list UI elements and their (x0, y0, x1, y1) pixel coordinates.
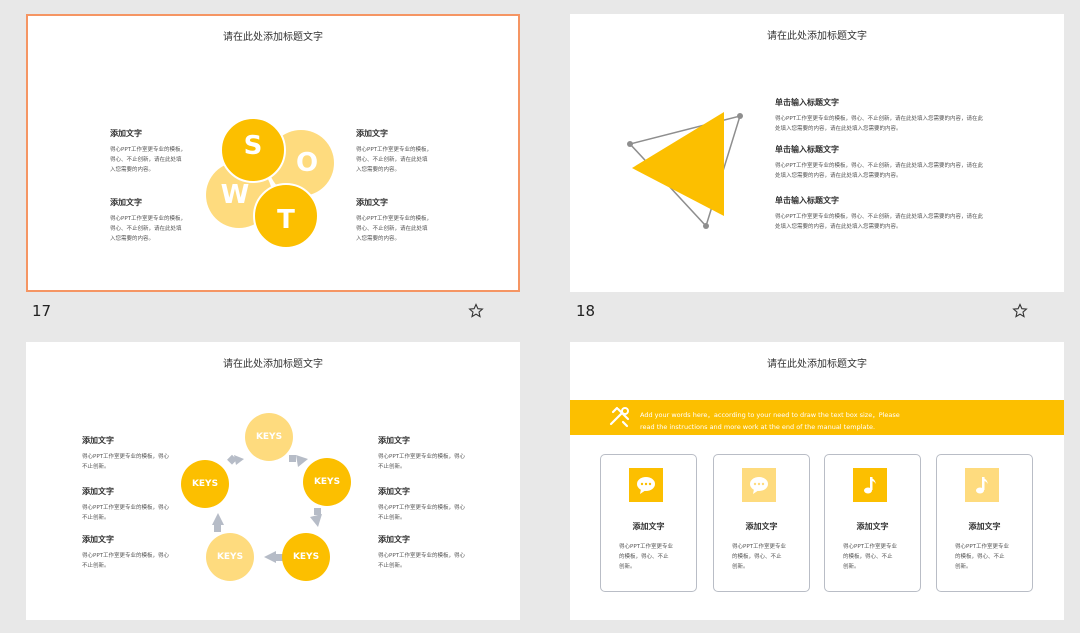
card-body: 得心PPT工作室更专业 的模板，得心、不止 创新。 (955, 544, 1009, 570)
feature-card[interactable]: 添加文字 得心PPT工作室更专业 的模板，得心、不止 创新。 (936, 454, 1033, 592)
keys-circle: KEYS (245, 413, 293, 461)
tools-icon (609, 406, 630, 428)
block-body: 得心PPT工作室更专业的模板，得心、不止创新，请在此处填入您需要的内容，请在此处… (775, 214, 983, 230)
block-body: 得心PPT工作室更专业的模板，得心 不止创新。 (378, 553, 465, 569)
card-body: 得心PPT工作室更专业 的模板，得心、不止 创新。 (732, 544, 786, 570)
text-block: 添加文字 得心PPT工作室更专业的模板， 得心、不止创新，请在此处填 入您需要的内容… (110, 197, 186, 244)
chat-bubble-icon (742, 468, 776, 502)
slide-thumbnail-19[interactable]: 请在此处添加标题文字 添加文字 得心PPT工作室更专业的模板，得心 不止创新。 添… (26, 342, 520, 620)
slide-thumbnail-17[interactable]: 请在此处添加标题文字 添加文字 得心PPT工作室更专业的模板， 得心、不止创新，请… (26, 14, 520, 292)
block-body: 得心PPT工作室更专业的模板， 得心、不止创新，请在此处填 入您需要的内容。 (110, 147, 186, 173)
block-heading: 添加文字 (110, 198, 142, 207)
block-heading: 添加文字 (356, 129, 388, 138)
band-text: Add your words here，according to your ne… (640, 411, 900, 431)
music-note-icon (965, 468, 999, 502)
block-body: 得心PPT工作室更专业的模板， 得心、不止创新，请在此处填 入您需要的内容。 (356, 216, 432, 242)
feature-card[interactable]: 添加文字 得心PPT工作室更专业 的模板，得心、不止 创新。 (713, 454, 810, 592)
block-body: 得心PPT工作室更专业的模板， 得心、不止创新，请在此处填 入您需要的内容。 (110, 216, 186, 242)
block-heading: 添加文字 (378, 487, 410, 496)
star-icon[interactable] (1012, 303, 1028, 319)
triangle-graphic (627, 112, 743, 229)
block-body: 得心PPT工作室更专业的模板，得心 不止创新。 (82, 553, 169, 569)
slide-title: 请在此处添加标题文字 (223, 359, 323, 370)
feature-card[interactable]: 添加文字 得心PPT工作室更专业 的模板，得心、不止 创新。 (824, 454, 921, 592)
card-heading: 添加文字 (745, 522, 778, 531)
text-block: 单击输入标题文字 得心PPT工作室更专业的模板，得心、不止创新，请在此处填入您需… (775, 195, 983, 232)
card-body: 得心PPT工作室更专业 的模板，得心、不止 创新。 (843, 544, 897, 570)
keys-circle: KEYS (303, 458, 351, 506)
text-block: 添加文字 得心PPT工作室更专业的模板，得心 不止创新。 (378, 534, 465, 571)
swot-circle-t: T (253, 183, 319, 249)
block-body: 得心PPT工作室更专业的模板，得心 不止创新。 (82, 454, 169, 470)
block-heading: 添加文字 (356, 198, 388, 207)
block-heading: 添加文字 (82, 487, 114, 496)
block-heading: 添加文字 (378, 535, 410, 544)
block-body: 得心PPT工作室更专业的模板，得心 不止创新。 (378, 454, 465, 470)
chat-bubble-icon (629, 468, 663, 502)
text-block: 添加文字 得心PPT工作室更专业的模板，得心 不止创新。 (82, 435, 169, 472)
block-heading: 单击输入标题文字 (775, 98, 839, 107)
text-block: 添加文字 得心PPT工作室更专业的模板， 得心、不止创新，请在此处填 入您需要的内容… (356, 197, 432, 244)
block-heading: 单击输入标题文字 (775, 196, 839, 205)
card-heading: 添加文字 (856, 522, 889, 531)
slide-number: 17 (32, 302, 52, 320)
text-block: 添加文字 得心PPT工作室更专业的模板，得心 不止创新。 (378, 486, 465, 523)
text-block: 添加文字 得心PPT工作室更专业的模板，得心 不止创新。 (378, 435, 465, 472)
swot-circle-s: S (220, 117, 286, 183)
block-body: 得心PPT工作室更专业的模板， 得心、不止创新，请在此处填 入您需要的内容。 (356, 147, 432, 173)
keys-circle: KEYS (206, 533, 254, 581)
block-body: 得心PPT工作室更专业的模板，得心、不止创新，请在此处填入您需要的内容，请在此处… (775, 163, 983, 179)
feature-card[interactable]: 添加文字 得心PPT工作室更专业 的模板，得心、不止 创新。 (600, 454, 697, 592)
keys-circle: KEYS (181, 460, 229, 508)
text-block: 添加文字 得心PPT工作室更专业的模板，得心 不止创新。 (82, 486, 169, 523)
card-heading: 添加文字 (632, 522, 665, 531)
text-block: 单击输入标题文字 得心PPT工作室更专业的模板，得心、不止创新，请在此处填入您需… (775, 144, 983, 181)
slide-title: 请在此处添加标题文字 (767, 359, 867, 370)
music-note-icon (853, 468, 887, 502)
card-body: 得心PPT工作室更专业 的模板，得心、不止 创新。 (619, 544, 673, 570)
card-heading: 添加文字 (968, 522, 1001, 531)
text-block: 添加文字 得心PPT工作室更专业的模板， 得心、不止创新，请在此处填 入您需要的内容… (356, 128, 432, 175)
keys-circle: KEYS (282, 533, 330, 581)
slide-number: 18 (576, 302, 596, 320)
block-heading: 添加文字 (110, 129, 142, 138)
block-heading: 添加文字 (82, 436, 114, 445)
block-heading: 单击输入标题文字 (775, 145, 839, 154)
slide-title: 请在此处添加标题文字 (223, 32, 323, 43)
slide-title: 请在此处添加标题文字 (767, 31, 867, 42)
block-body: 得心PPT工作室更专业的模板，得心、不止创新，请在此处填入您需要的内容，请在此处… (775, 116, 983, 132)
slide-thumbnail-20[interactable]: 请在此处添加标题文字 Add your words here，according… (570, 342, 1064, 620)
block-body: 得心PPT工作室更专业的模板，得心 不止创新。 (82, 505, 169, 521)
slide-thumbnail-18[interactable]: 请在此处添加标题文字 单击输入标题文字 得心PPT工作室更专业的模板，得心、不止… (570, 14, 1064, 292)
block-body: 得心PPT工作室更专业的模板，得心 不止创新。 (378, 505, 465, 521)
text-block: 单击输入标题文字 得心PPT工作室更专业的模板，得心、不止创新，请在此处填入您需… (775, 97, 983, 134)
block-heading: 添加文字 (82, 535, 114, 544)
star-icon[interactable] (468, 303, 484, 319)
text-block: 添加文字 得心PPT工作室更专业的模板， 得心、不止创新，请在此处填 入您需要的内容… (110, 128, 186, 175)
text-block: 添加文字 得心PPT工作室更专业的模板，得心 不止创新。 (82, 534, 169, 571)
block-heading: 添加文字 (378, 436, 410, 445)
